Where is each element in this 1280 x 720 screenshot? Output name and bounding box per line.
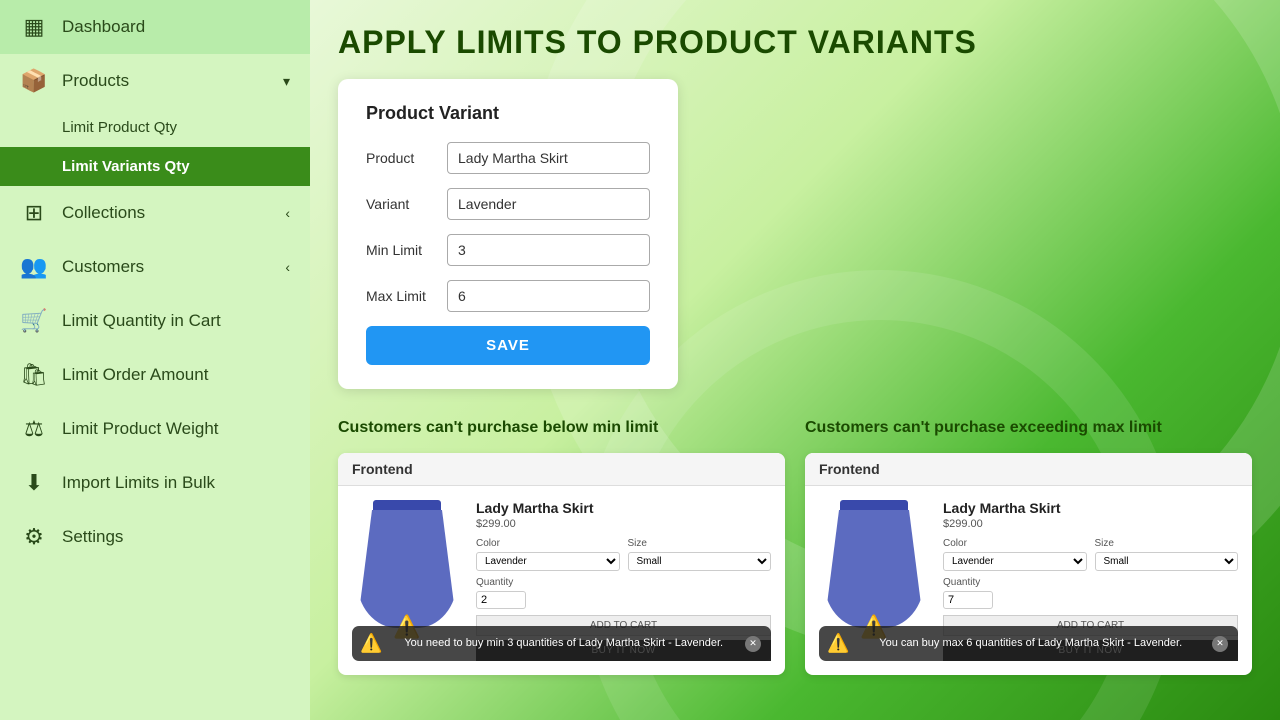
sidebar-item-settings[interactable]: ⚙ Settings: [0, 510, 310, 564]
skirt-image-min: ⚠️: [352, 500, 462, 640]
sidebar-item-label: Limit Product Weight: [62, 419, 219, 439]
sidebar-item-products[interactable]: 📦 Products ▾: [0, 54, 310, 108]
chevron-down-icon: ▾: [283, 73, 290, 90]
chevron-left-icon2: ‹: [285, 259, 290, 275]
max-limit-row: Max Limit: [366, 280, 650, 312]
max-qty-label: Quantity: [943, 577, 1238, 588]
max-warning-close[interactable]: ✕: [1212, 636, 1228, 652]
min-frontend-label: Frontend: [338, 453, 785, 486]
min-product-name: Lady Martha Skirt: [476, 500, 771, 516]
variant-label: Variant: [366, 196, 447, 212]
sidebar-subitem-limit-variants-qty[interactable]: Limit Variants Qty: [0, 147, 310, 186]
sidebar-item-label: Collections: [62, 203, 145, 223]
variant-form-heading: Product Variant: [366, 103, 650, 124]
max-warning-text: You can buy max 6 quantities of Lady Mar…: [855, 636, 1206, 651]
sidebar-item-limit-order[interactable]: 🛍 Limit Order Amount: [0, 348, 310, 402]
product-row: Product: [366, 142, 650, 174]
product-label: Product: [366, 150, 447, 166]
min-qty-label: Quantity: [476, 577, 771, 588]
max-product-price: $299.00: [943, 518, 1238, 530]
min-limit-input[interactable]: [447, 234, 650, 266]
min-size-select[interactable]: Small: [628, 552, 772, 571]
subitem-label: Limit Product Qty: [62, 119, 177, 136]
max-demo-label: Customers can't purchase exceeding max l…: [805, 419, 1252, 437]
max-color-label: Color: [943, 538, 1087, 549]
sidebar-item-label: Customers: [62, 257, 144, 277]
variant-form-card: Product Variant Product Variant Min Limi…: [338, 79, 678, 389]
min-warning-close[interactable]: ✕: [745, 636, 761, 652]
sidebar-item-limit-weight[interactable]: ⚖ Limit Product Weight: [0, 402, 310, 456]
max-size-label: Size: [1095, 538, 1239, 549]
min-limit-label: Min Limit: [366, 242, 447, 258]
product-input[interactable]: [447, 142, 650, 174]
save-button[interactable]: SAVE: [366, 326, 650, 365]
demo-section: Frontend ⚠️ Lady Martha Sk: [338, 453, 1252, 675]
settings-icon: ⚙: [20, 524, 48, 550]
sidebar: ▦ Dashboard 📦 Products ▾ Limit Product Q…: [0, 0, 310, 720]
sidebar-item-customers[interactable]: 👥 Customers ‹: [0, 240, 310, 294]
min-demo-label: Customers can't purchase below min limit: [338, 419, 785, 437]
sidebar-item-label: Products: [62, 71, 129, 91]
min-product-price: $299.00: [476, 518, 771, 530]
page-title: APPLY LIMITS TO PRODUCT VARIANTS: [338, 24, 1252, 61]
subitem-label: Limit Variants Qty: [62, 158, 190, 175]
max-limit-input[interactable]: [447, 280, 650, 312]
collections-icon: ⊞: [20, 200, 48, 226]
max-warning-icon: ⚠️: [827, 633, 849, 654]
order-icon: 🛍: [20, 362, 48, 388]
min-warning-text: You need to buy min 3 quantities of Lady…: [388, 636, 739, 651]
products-icon: 📦: [20, 68, 48, 94]
min-color-select[interactable]: Lavender: [476, 552, 620, 571]
skirt-image-max: ⚠️: [819, 500, 929, 640]
max-limit-label: Max Limit: [366, 288, 447, 304]
chevron-left-icon: ‹: [285, 205, 290, 221]
min-demo-box: Frontend ⚠️ Lady Martha Sk: [338, 453, 785, 675]
max-color-select[interactable]: Lavender: [943, 552, 1087, 571]
max-qty-input[interactable]: [943, 591, 993, 609]
max-frontend-label: Frontend: [805, 453, 1252, 486]
max-product-name: Lady Martha Skirt: [943, 500, 1238, 516]
min-color-label: Color: [476, 538, 620, 549]
main-content: APPLY LIMITS TO PRODUCT VARIANTS Product…: [310, 0, 1280, 720]
sidebar-item-dashboard[interactable]: ▦ Dashboard: [0, 0, 310, 54]
min-demo-body: ⚠️ Lady Martha Skirt $299.00 Color Laven…: [338, 486, 785, 675]
sidebar-item-label: Import Limits in Bulk: [62, 473, 215, 493]
weight-icon: ⚖: [20, 416, 48, 442]
max-demo-box: Frontend ⚠️ Lady Martha Sk: [805, 453, 1252, 675]
cart-icon: 🛒: [20, 308, 48, 334]
min-limit-row: Min Limit: [366, 234, 650, 266]
sidebar-item-label: Limit Quantity in Cart: [62, 311, 221, 331]
max-size-select[interactable]: Small: [1095, 552, 1239, 571]
sidebar-item-import-bulk[interactable]: ⬇ Import Limits in Bulk: [0, 456, 310, 510]
sidebar-item-collections[interactable]: ⊞ Collections ‹: [0, 186, 310, 240]
dashboard-icon: ▦: [20, 14, 48, 40]
sidebar-item-limit-qty-cart[interactable]: 🛒 Limit Quantity in Cart: [0, 294, 310, 348]
max-demo-body: ⚠️ Lady Martha Skirt $299.00 Color Laven…: [805, 486, 1252, 675]
variant-row: Variant: [366, 188, 650, 220]
variant-input[interactable]: [447, 188, 650, 220]
import-icon: ⬇: [20, 470, 48, 496]
sidebar-item-label: Dashboard: [62, 17, 145, 37]
min-warning-icon: ⚠️: [360, 633, 382, 654]
customers-icon: 👥: [20, 254, 48, 280]
sidebar-item-label: Settings: [62, 527, 123, 547]
min-size-label: Size: [628, 538, 772, 549]
sidebar-subitem-limit-product-qty[interactable]: Limit Product Qty: [0, 108, 310, 147]
sidebar-item-label: Limit Order Amount: [62, 365, 208, 385]
min-qty-input[interactable]: [476, 591, 526, 609]
